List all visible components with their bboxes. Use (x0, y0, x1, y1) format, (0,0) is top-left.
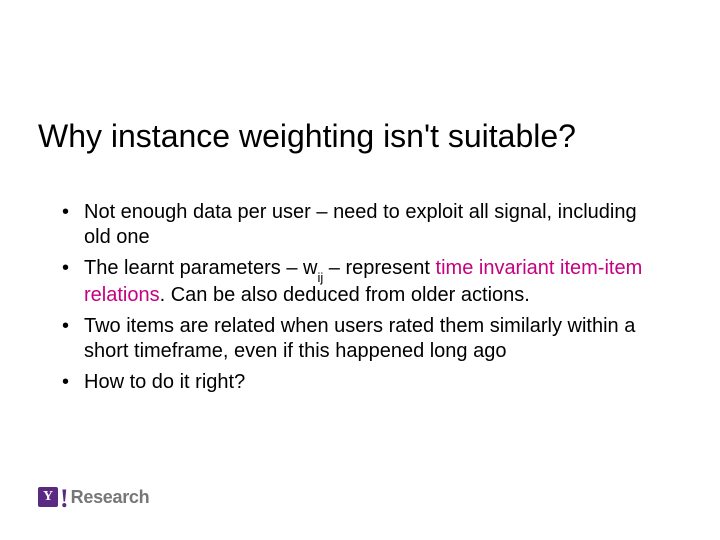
bullet-text: The learnt parameters – (84, 257, 303, 279)
subscript-ij: ij (317, 270, 323, 285)
list-item: The learnt parameters – wij – represent … (60, 256, 660, 308)
research-label: Research (71, 487, 150, 508)
yahoo-y-icon: Y (38, 487, 58, 507)
slide-title: Why instance weighting isn't suitable? (38, 118, 576, 155)
bullet-list: Not enough data per user – need to explo… (60, 200, 660, 401)
bullet-text: Not enough data per user – need to explo… (84, 201, 637, 248)
yahoo-bang-icon: ! (60, 484, 69, 514)
bullet-text: – represent (323, 257, 435, 279)
list-item: Not enough data per user – need to explo… (60, 200, 660, 250)
slide: Why instance weighting isn't suitable? N… (0, 0, 720, 540)
bullet-text: How to do it right? (84, 371, 245, 393)
footer-logo: Y ! Research (38, 482, 149, 512)
bullet-text: Two items are related when users rated t… (84, 315, 635, 362)
bullet-text: . Can be also deduced from older actions… (160, 284, 530, 306)
list-item: How to do it right? (60, 370, 660, 395)
list-item: Two items are related when users rated t… (60, 314, 660, 364)
yahoo-logo: Y ! (38, 482, 69, 512)
variable-w: w (303, 257, 317, 279)
